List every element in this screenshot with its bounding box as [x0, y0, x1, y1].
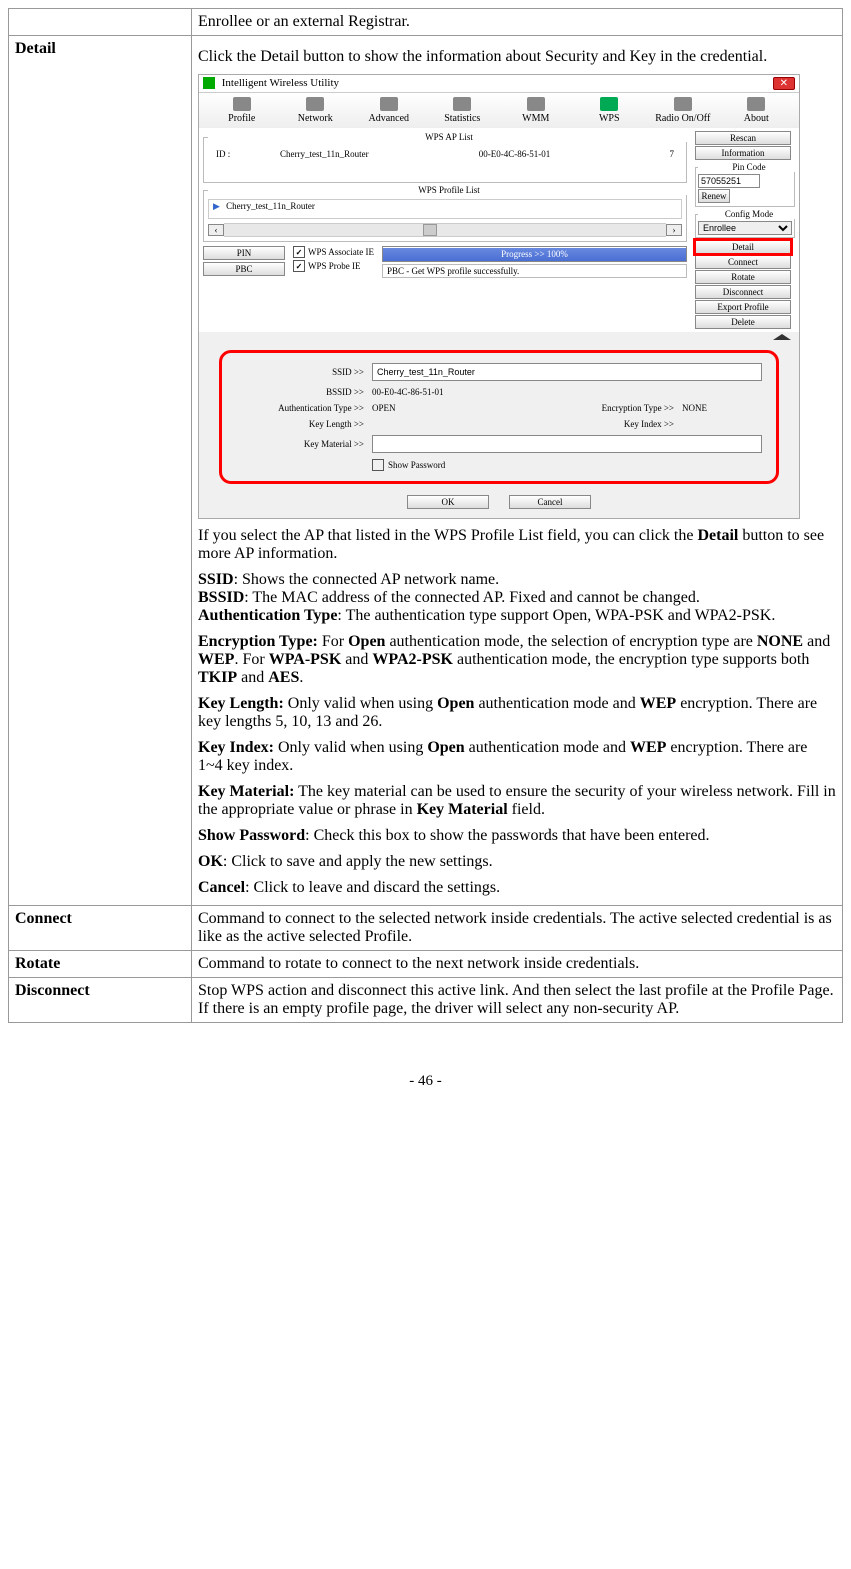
embedded-screenshot: Intelligent Wireless Utility ✕ Profile N… — [198, 74, 800, 519]
rescan-button[interactable]: Rescan — [695, 131, 791, 145]
detail-panel-highlight: SSID >> BSSID >> 00-E0-4C-86-51-01 Authe… — [219, 350, 779, 484]
disconnect-row-desc: Stop WPS action and disconnect this acti… — [192, 978, 843, 1023]
detail-ssid-label: SSID >> — [232, 367, 372, 377]
pin-code-input[interactable] — [698, 174, 760, 188]
definition-table: Enrollee or an external Registrar. Detai… — [8, 8, 843, 1023]
detail-enc-value: NONE — [682, 403, 762, 413]
profile-list-item[interactable]: ▶ Cherry_test_11n_Router — [208, 199, 682, 219]
tab-wmm[interactable]: WMM — [499, 97, 573, 124]
wps-associate-checkbox[interactable] — [293, 246, 305, 258]
tab-statistics[interactable]: Statistics — [426, 97, 500, 124]
disconnect-row-label: Disconnect — [9, 978, 192, 1023]
selected-arrow-icon: ▶ — [213, 201, 220, 211]
detail-intro: Click the Detail button to show the info… — [198, 48, 836, 66]
status-text: PBC - Get WPS profile successfully. — [382, 264, 687, 278]
key-material-para: Key Material: The key material can be us… — [198, 783, 836, 819]
tab-about[interactable]: About — [720, 97, 794, 124]
detail-button[interactable]: Detail — [695, 240, 791, 254]
key-index-para: Key Index: Only valid when using Open au… — [198, 739, 836, 775]
pin-button[interactable]: PIN — [203, 246, 285, 260]
cancel-button[interactable]: Cancel — [509, 495, 591, 509]
scroll-left-icon[interactable]: ‹ — [208, 224, 224, 236]
connect-row-desc: Command to connect to the selected netwo… — [192, 906, 843, 951]
side-panel: Rescan Information Pin Code Renew Config… — [691, 128, 799, 332]
detail-key-length-label: Key Length >> — [232, 419, 372, 429]
connect-button[interactable]: Connect — [695, 255, 791, 269]
ap-channel: 7 — [638, 148, 680, 160]
tab-profile[interactable]: Profile — [205, 97, 279, 124]
wps-ap-list-group: WPS AP List ID : Cherry_test_11n_Router … — [203, 132, 687, 183]
page-number: - 46 - — [8, 1073, 843, 1090]
information-button[interactable]: Information — [695, 146, 791, 160]
main-toolbar: Profile Network Advanced Statistics WMM … — [199, 93, 799, 128]
delete-button[interactable]: Delete — [695, 315, 791, 329]
detail-auth-label: Authentication Type >> — [232, 403, 372, 413]
tab-advanced[interactable]: Advanced — [352, 97, 426, 124]
detail-row-label: Detail — [9, 36, 192, 906]
window-title: Intelligent Wireless Utility — [222, 77, 339, 89]
ap-ssid[interactable]: Cherry_test_11n_Router — [274, 148, 471, 160]
ok-button[interactable]: OK — [407, 495, 489, 509]
prev-row-desc: Enrollee or an external Registrar. — [192, 9, 843, 36]
window-titlebar: Intelligent Wireless Utility ✕ — [199, 75, 799, 93]
detail-auth-value: OPEN — [372, 403, 572, 413]
wps-probe-checkbox[interactable] — [293, 260, 305, 272]
renew-button[interactable]: Renew — [698, 189, 730, 203]
detail-ssid-input[interactable] — [372, 363, 762, 381]
scroll-right-icon[interactable]: › — [666, 224, 682, 236]
disconnect-button[interactable]: Disconnect — [695, 285, 791, 299]
encryption-type-para: Encryption Type: For Open authentication… — [198, 633, 836, 687]
rotate-row-label: Rotate — [9, 951, 192, 978]
rotate-row-desc: Command to rotate to connect to the next… — [192, 951, 843, 978]
show-password-label: Show Password — [388, 460, 445, 470]
app-icon — [203, 77, 215, 89]
detail-field-defs: SSID: Shows the connected AP network nam… — [198, 571, 836, 625]
ok-para: OK: Click to save and apply the new sett… — [198, 853, 836, 871]
wps-profile-list-group: WPS Profile List ▶ Cherry_test_11n_Route… — [203, 185, 687, 242]
progress-bar: Progress >> 100% — [382, 246, 687, 262]
tab-radio[interactable]: Radio On/Off — [646, 97, 720, 124]
prev-row-label — [9, 9, 192, 36]
config-mode-select[interactable]: Enrollee — [698, 221, 792, 235]
close-icon[interactable]: ✕ — [773, 77, 795, 90]
detail-key-index-label: Key Index >> — [572, 419, 682, 429]
export-profile-button[interactable]: Export Profile — [695, 300, 791, 314]
detail-row-content: Click the Detail button to show the info… — [192, 36, 843, 906]
show-password-para: Show Password: Check this box to show th… — [198, 827, 836, 845]
detail-after-para-1: If you select the AP that listed in the … — [198, 527, 836, 563]
horizontal-scrollbar[interactable]: ‹ › — [208, 223, 682, 237]
detail-key-material-label: Key Material >> — [232, 439, 372, 449]
tab-network[interactable]: Network — [279, 97, 353, 124]
ap-id-label: ID : — [210, 148, 272, 160]
key-length-para: Key Length: Only valid when using Open a… — [198, 695, 836, 731]
wps-ap-list-legend: WPS AP List — [208, 132, 690, 142]
cancel-para: Cancel: Click to leave and discard the s… — [198, 879, 836, 897]
connect-row-label: Connect — [9, 906, 192, 951]
pbc-button[interactable]: PBC — [203, 262, 285, 276]
detail-enc-label: Encryption Type >> — [572, 403, 682, 413]
detail-bssid-value: 00-E0-4C-86-51-01 — [372, 387, 762, 397]
show-password-checkbox[interactable] — [372, 459, 384, 471]
detail-key-material-input[interactable] — [372, 435, 762, 453]
wps-profile-list-legend: WPS Profile List — [208, 185, 690, 195]
ap-bssid: 00-E0-4C-86-51-01 — [473, 148, 636, 160]
collapse-handle-icon[interactable] — [199, 332, 799, 342]
tab-wps[interactable]: WPS — [573, 97, 647, 124]
detail-bssid-label: BSSID >> — [232, 387, 372, 397]
rotate-button[interactable]: Rotate — [695, 270, 791, 284]
